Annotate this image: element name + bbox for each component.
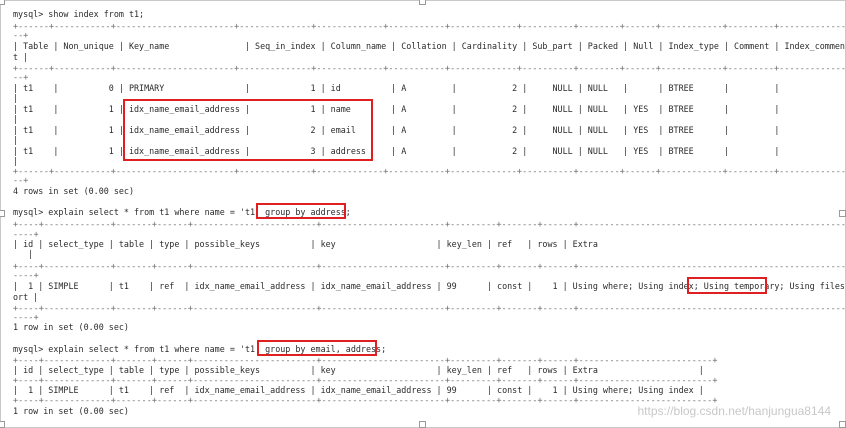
table-border-wrap: --+	[13, 30, 29, 40]
table-border: +------+-----------+--------------------…	[13, 166, 846, 176]
table-header-wrap: t |	[13, 52, 29, 62]
table-border: +----+-------------+-------+------+-----…	[13, 375, 718, 385]
command-line: mysql> show index from t1;	[13, 9, 145, 19]
table-border-wrap: --+	[13, 175, 29, 185]
table-row: | t1 | 0 | PRIMARY | 1 | id | A | 2 | NU…	[13, 83, 780, 93]
table-row-wrap: |	[13, 156, 19, 166]
resize-handle[interactable]	[0, 0, 5, 5]
result-summary: 1 row in set (0.00 sec)	[13, 322, 129, 332]
table-row-wrap: ort |	[13, 292, 39, 302]
table-border: +------+-----------+--------------------…	[13, 21, 846, 31]
terminal-screenshot: mysql> show index from t1; +------+-----…	[0, 0, 846, 428]
using-temporary-highlight-box	[687, 277, 767, 294]
table-border: +------+-----------+--------------------…	[13, 63, 846, 73]
table-border-wrap: ----+	[13, 270, 39, 280]
result-summary: 4 rows in set (0.00 sec)	[13, 186, 135, 196]
table-row-wrap: |	[13, 93, 19, 103]
resize-handle[interactable]	[839, 210, 846, 217]
resize-handle[interactable]	[419, 421, 426, 428]
result-summary: 1 row in set (0.00 sec)	[13, 406, 129, 416]
table-border: +----+-------------+-------+------+-----…	[13, 395, 718, 405]
resize-handle[interactable]	[0, 421, 5, 428]
table-border-wrap: --+	[13, 72, 29, 82]
table-header: | Table | Non_unique | Key_name | Seq_in…	[13, 41, 845, 51]
resize-handle[interactable]	[839, 421, 846, 428]
table-header: | id | select_type | table | type | poss…	[13, 365, 704, 375]
table-header-wrap: |	[13, 249, 34, 259]
table-border-wrap: ----+	[13, 312, 39, 322]
table-border: +----+-------------+-------+------+-----…	[13, 219, 846, 229]
group-by-highlight-box	[257, 340, 377, 356]
table-border: +----+-------------+-------+------+-----…	[13, 355, 718, 365]
table-row-wrap: |	[13, 135, 19, 145]
group-by-highlight-box	[256, 203, 346, 219]
table-row-wrap: |	[13, 114, 19, 124]
watermark-text: https://blog.csdn.net/hanjungua8144	[637, 404, 832, 418]
resize-handle[interactable]	[419, 0, 426, 5]
table-row: | 1 | SIMPLE | t1 | ref | idx_name_email…	[13, 385, 704, 395]
index-highlight-box	[123, 99, 373, 161]
resize-handle[interactable]	[0, 210, 5, 217]
table-border: +----+-------------+-------+------+-----…	[13, 303, 846, 313]
table-border: +----+-------------+-------+------+-----…	[13, 261, 846, 271]
table-border-wrap: ----+	[13, 229, 39, 239]
table-header: | id | select_type | table | type | poss…	[13, 239, 598, 249]
